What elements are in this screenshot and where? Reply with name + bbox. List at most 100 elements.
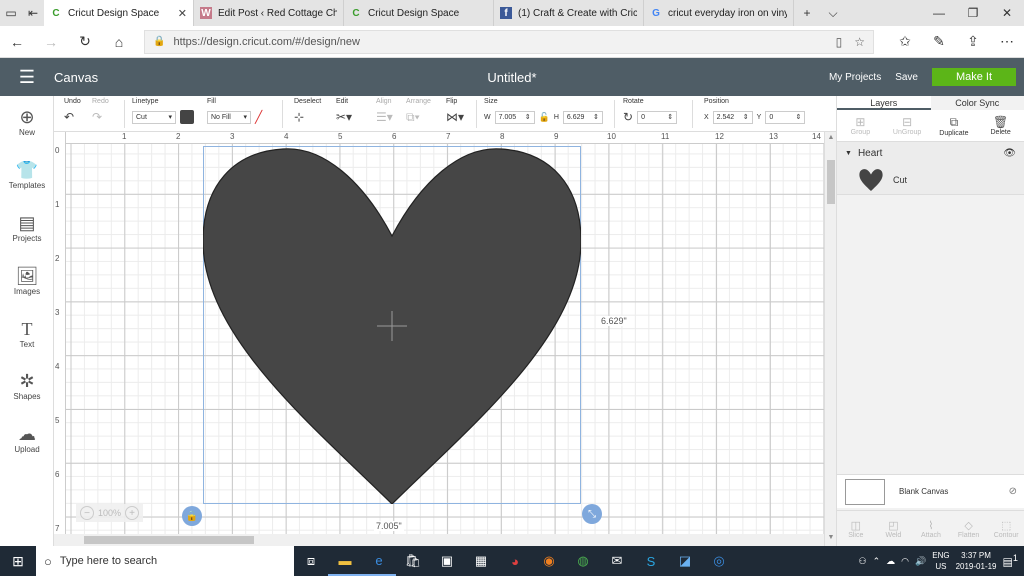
flip-icon[interactable]: ⋈▾ [446, 110, 464, 124]
url-field[interactable]: 🔒 https://design.cricut.com/#/design/new… [144, 29, 874, 54]
wifi-icon[interactable]: ◠ [901, 556, 909, 567]
browser-tab[interactable]: C Cricut Design Space [344, 0, 494, 26]
contour-button[interactable]: ⬚ Contour [987, 511, 1024, 546]
chrome-color-icon[interactable]: ◕ [498, 546, 532, 576]
notification-icon[interactable]: ▤1 [1003, 553, 1019, 569]
heart-shape[interactable] [203, 146, 581, 504]
notes-icon[interactable]: ✎ [922, 27, 956, 57]
new-tab-button[interactable]: + [794, 0, 820, 26]
chrome-icon[interactable]: ◍ [566, 546, 600, 576]
skype-icon[interactable]: S [634, 546, 668, 576]
delete-button[interactable]: 🗑 Delete [977, 110, 1024, 141]
design-canvas[interactable]: 0 1 2 3 4 5 6 7 8 9 10 11 12 13 14 0 1 2… [54, 132, 824, 546]
stepper-icon[interactable]: ⇕ [667, 113, 673, 121]
stepper-icon[interactable]: ⇕ [525, 113, 531, 121]
weld-button[interactable]: ◰ Weld [875, 511, 913, 546]
undo-icon[interactable]: ↶ [64, 110, 74, 124]
linetype-select[interactable]: Cut ▾ [132, 110, 176, 124]
calculator-icon[interactable]: ▦ [464, 546, 498, 576]
collapse-triangle-icon[interactable]: ▼ [845, 150, 852, 157]
tab-layers[interactable]: Layers [837, 96, 931, 110]
zoom-out-icon[interactable]: − [80, 506, 94, 520]
task-view-icon[interactable]: ⧈ [294, 546, 328, 576]
favorites-icon[interactable]: ✩ [888, 27, 922, 57]
restore-icon[interactable]: ❐ [956, 0, 990, 26]
photos-app-icon[interactable]: ▣ [430, 546, 464, 576]
arrange-icon[interactable]: ⧉▾ [406, 110, 420, 125]
blank-canvas-row[interactable]: Blank Canvas ⊘ [837, 474, 1024, 508]
more-icon[interactable]: ⋯ [990, 27, 1024, 57]
layer-item-cut[interactable]: Cut [837, 165, 1024, 195]
sidebar-item-shapes[interactable]: ✲ Shapes [0, 370, 54, 402]
vertical-scrollbar[interactable]: ▲ ▼ [824, 132, 836, 546]
tab-preview-icon[interactable]: ▭ [0, 0, 22, 26]
duplicate-button[interactable]: ⧉ Duplicate [931, 110, 978, 141]
scroll-up-icon[interactable]: ▲ [826, 134, 836, 141]
mail-icon[interactable]: ✉ [600, 546, 634, 576]
rotate-input[interactable]: 0 ⇕ [637, 110, 678, 124]
volume-icon[interactable]: 🔊 [915, 556, 926, 567]
browser-tab[interactable]: W Edit Post ‹ Red Cottage Chr [194, 0, 344, 26]
close-tab-icon[interactable]: ✕ [178, 7, 187, 20]
zoom-in-icon[interactable]: + [125, 506, 140, 520]
sidebar-item-templates[interactable]: 👕 Templates [0, 159, 54, 191]
close-window-icon[interactable]: ✕ [990, 0, 1024, 26]
scissors-icon[interactable]: ✂▾ [336, 110, 352, 124]
back-icon[interactable]: ← [0, 27, 34, 57]
edge-icon[interactable]: e [362, 546, 396, 576]
onedrive-icon[interactable]: ☁ [886, 556, 895, 567]
file-explorer-icon[interactable]: ▬ [328, 546, 362, 576]
y-input[interactable]: 0 ⇕ [765, 110, 806, 124]
layer-group-heart[interactable]: ▼ Heart 👁 [837, 142, 1024, 165]
reading-view-icon[interactable]: ▯ [836, 35, 843, 49]
slice-button[interactable]: ◫ Slice [837, 511, 875, 546]
save-button[interactable]: Save [895, 72, 918, 83]
hidden-eye-icon[interactable]: ⊘ [1009, 486, 1017, 497]
visibility-eye-icon[interactable]: 👁 [1003, 148, 1016, 159]
browser-tab[interactable]: f (1) Craft & Create with Cricu [494, 0, 644, 26]
refresh-icon[interactable]: ↻ [68, 27, 102, 57]
ungroup-button[interactable]: ⊟ UnGroup [884, 110, 931, 141]
sidebar-item-upload[interactable]: ☁ Upload [0, 423, 54, 455]
blank-canvas-swatch[interactable] [845, 478, 885, 505]
sidebar-item-projects[interactable]: ▤ Projects [0, 212, 54, 244]
x-input[interactable]: 2.542 ⇕ [712, 110, 753, 124]
sidebar-item-new[interactable]: ⊕ New [0, 106, 54, 138]
redo-icon[interactable]: ↷ [92, 110, 102, 124]
browser-tab[interactable]: G cricut everyday iron on viny [644, 0, 794, 26]
make-it-button[interactable]: Make It [932, 68, 1016, 86]
store-icon[interactable]: 🛍 [396, 546, 430, 576]
scroll-thumb[interactable] [84, 536, 254, 544]
horizontal-scrollbar[interactable] [54, 534, 824, 546]
attach-button[interactable]: ⌇ Attach [912, 511, 950, 546]
height-input[interactable]: 6.629 ⇕ [562, 110, 603, 124]
lock-ratio-icon[interactable]: 🔓 [539, 112, 550, 123]
resize-handle-icon[interactable]: ⤡ [582, 504, 602, 524]
deselect-icon[interactable]: ⊹ [294, 110, 304, 124]
forward-icon[interactable]: → [34, 27, 68, 57]
stepper-icon[interactable]: ⇕ [593, 113, 599, 121]
flatten-button[interactable]: ◇ Flatten [950, 511, 988, 546]
paint-icon[interactable]: ◪ [668, 546, 702, 576]
fill-select[interactable]: No Fill ▾ [207, 110, 251, 124]
my-projects-link[interactable]: My Projects [829, 72, 881, 83]
browser-tab-active[interactable]: C Cricut Design Space ✕ [44, 0, 194, 26]
app-icon[interactable]: ◎ [702, 546, 736, 576]
firefox-icon[interactable]: ◉ [532, 546, 566, 576]
scroll-thumb[interactable] [827, 160, 835, 204]
tab-color-sync[interactable]: Color Sync [931, 96, 1024, 110]
align-icon[interactable]: ☰▾ [376, 110, 393, 124]
scroll-down-icon[interactable]: ▼ [826, 534, 836, 541]
set-aside-tabs-icon[interactable]: ⇤ [22, 0, 44, 26]
home-icon[interactable]: ⌂ [102, 27, 136, 57]
group-button[interactable]: ⊞ Group [837, 110, 884, 141]
menu-icon[interactable]: ☰ [0, 67, 54, 88]
favorite-star-icon[interactable]: ☆ [854, 35, 865, 49]
sidebar-item-text[interactable]: T Text [0, 318, 54, 350]
chevron-up-icon[interactable]: ⌃ [873, 556, 881, 567]
linetype-color-swatch[interactable] [180, 110, 194, 124]
width-input[interactable]: 7.005 ⇕ [494, 110, 535, 124]
language-indicator[interactable]: ENG US [932, 550, 949, 572]
tab-list-button[interactable]: ⌵ [820, 0, 846, 26]
clock[interactable]: 3:37 PM 2019-01-19 [956, 550, 997, 572]
